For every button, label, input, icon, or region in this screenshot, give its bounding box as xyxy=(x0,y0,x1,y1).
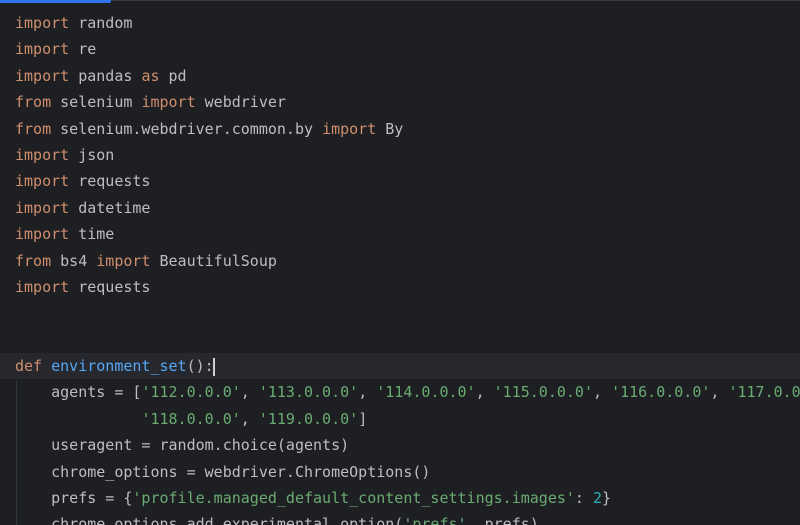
code-token: import xyxy=(141,93,196,112)
code-token: '113.0.0.0' xyxy=(258,383,359,402)
code-token: selenium.webdriver.common.by xyxy=(51,119,323,138)
code-line[interactable]: import requests xyxy=(0,168,800,194)
code-token: import xyxy=(15,198,70,217)
code-token: requests xyxy=(69,277,151,296)
code-line[interactable]: useragent = random.choice(agents) xyxy=(0,432,800,458)
code-token: chrome_options.add_experimental_option( xyxy=(15,515,404,525)
code-token: (): xyxy=(186,357,214,376)
text-caret xyxy=(212,357,215,376)
code-line[interactable]: from bs4 import BeautifulSoup xyxy=(0,248,800,274)
code-token: , xyxy=(475,383,494,402)
code-line[interactable]: import requests xyxy=(0,274,800,300)
code-token: import xyxy=(96,251,151,270)
code-token: from xyxy=(15,119,52,138)
code-token: def xyxy=(15,357,43,376)
code-token: useragent = random.choice(agents) xyxy=(15,436,350,455)
code-line[interactable]: '118.0.0.0', '119.0.0.0'] xyxy=(0,406,800,432)
code-token: environment_set xyxy=(51,357,187,376)
code-token: re xyxy=(69,40,97,59)
code-line[interactable]: chrome_options = webdriver.ChromeOptions… xyxy=(0,459,800,485)
code-token: , prefs) xyxy=(466,515,539,525)
code-line[interactable]: agents = ['112.0.0.0', '113.0.0.0', '114… xyxy=(0,379,800,405)
code-token: import xyxy=(15,66,70,85)
code-line[interactable]: import json xyxy=(0,142,800,168)
code-token: , xyxy=(240,409,259,428)
code-token: requests xyxy=(69,172,151,191)
code-line[interactable]: ​ xyxy=(0,300,800,326)
code-token: '117.0.0.0' xyxy=(728,383,800,402)
code-line[interactable]: import time xyxy=(0,221,800,247)
code-token: agents = [ xyxy=(15,383,142,402)
code-token: ] xyxy=(358,409,368,428)
code-token: from xyxy=(15,93,52,112)
active-tab-indicator xyxy=(0,0,111,3)
code-token: '116.0.0.0' xyxy=(611,383,711,402)
code-token: pd xyxy=(159,66,187,85)
code-token: datetime xyxy=(69,198,151,217)
code-token: } xyxy=(602,489,612,508)
code-token: 2 xyxy=(592,489,603,508)
code-line[interactable]: import re xyxy=(0,36,800,62)
code-token: 'profile.managed_default_content_setting… xyxy=(132,489,575,508)
code-token: , xyxy=(240,383,259,402)
code-token: webdriver xyxy=(195,93,286,112)
code-area[interactable]: import random import re import pandas as p… xyxy=(0,10,800,525)
code-token: import xyxy=(15,14,70,32)
indent-guide xyxy=(16,379,17,525)
code-token: bs4 xyxy=(51,251,97,270)
code-token: By xyxy=(376,119,404,138)
code-token: : xyxy=(574,489,593,508)
code-line[interactable]: from selenium import webdriver xyxy=(0,89,800,115)
code-token: , xyxy=(593,383,612,402)
code-token: import xyxy=(15,225,70,244)
code-token: import xyxy=(322,119,377,138)
code-token: random xyxy=(69,14,133,32)
code-token: pandas xyxy=(69,66,142,85)
code-token: from xyxy=(15,251,52,270)
code-token: import xyxy=(15,172,70,191)
code-line[interactable]: import datetime xyxy=(0,195,800,221)
code-token: BeautifulSoup xyxy=(150,251,277,270)
code-token: , xyxy=(358,383,377,402)
code-line[interactable]: prefs = {'profile.managed_default_conten… xyxy=(0,485,800,511)
code-token: 'prefs' xyxy=(403,515,467,525)
code-line[interactable]: from selenium.webdriver.common.by import… xyxy=(0,116,800,142)
code-token: '112.0.0.0' xyxy=(141,383,241,402)
code-line[interactable]: chrome_options.add_experimental_option('… xyxy=(0,511,800,525)
code-token: '118.0.0.0' xyxy=(141,409,241,428)
code-token: chrome_options = webdriver.ChromeOptions… xyxy=(15,462,431,481)
code-token: import xyxy=(15,145,70,164)
code-token: , xyxy=(710,383,729,402)
code-token: prefs = { xyxy=(15,489,133,508)
code-token: time xyxy=(69,225,115,244)
code-token: import xyxy=(15,40,70,59)
editor-top-border xyxy=(0,0,800,1)
code-line[interactable]: ​ xyxy=(0,327,800,353)
code-line[interactable]: import random xyxy=(0,10,800,36)
code-token: selenium xyxy=(51,93,142,112)
code-editor[interactable]: import random import re import pandas as p… xyxy=(0,0,800,525)
code-token: '119.0.0.0' xyxy=(258,409,359,428)
code-token: import xyxy=(15,277,70,296)
code-token: json xyxy=(69,145,115,164)
code-token: '114.0.0.0' xyxy=(376,383,476,402)
code-line[interactable]: def environment_set(): xyxy=(0,353,800,380)
code-token: as xyxy=(141,66,160,85)
code-line[interactable]: import pandas as pd xyxy=(0,63,800,89)
code-token: '115.0.0.0' xyxy=(493,383,593,402)
